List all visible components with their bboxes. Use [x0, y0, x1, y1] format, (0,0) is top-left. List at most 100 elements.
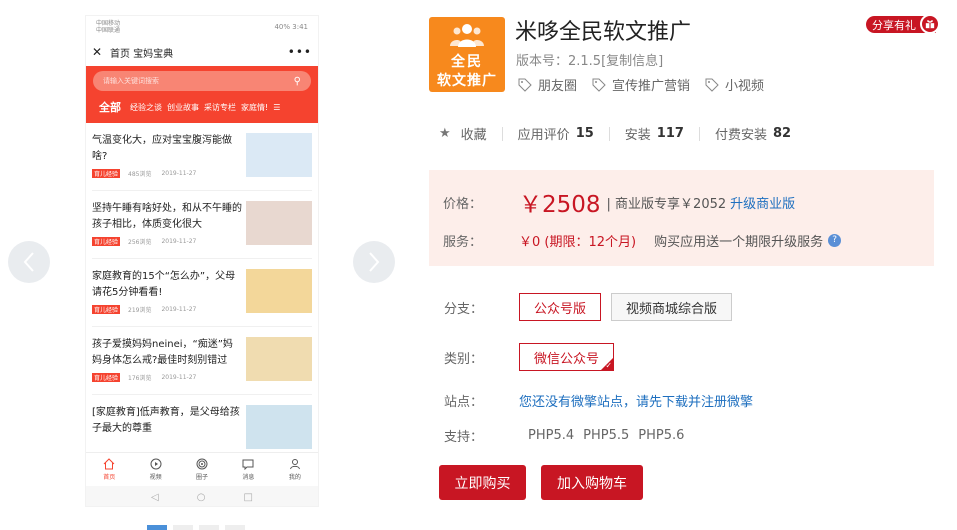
- phone-tab-label: 视频: [149, 474, 162, 481]
- article-views: 176浏览: [128, 375, 152, 382]
- home-icon: [103, 458, 115, 470]
- service-row: 服务： ￥0 (期限：12个月) 购买应用送一个期限升级服务 ?: [443, 231, 842, 250]
- phone-article-item: 家庭教育的15个“怎么办”，父母请花5分钟看看! 育儿经验 219浏览 2019-11…: [92, 259, 312, 327]
- carousel-prev-button[interactable]: [8, 241, 50, 283]
- branch-option-selected[interactable]: 公众号版: [519, 293, 602, 321]
- price-label: 价格：: [443, 196, 483, 212]
- service-value: ￥0 (期限：12个月): [519, 235, 637, 250]
- star-icon: ★: [439, 126, 451, 141]
- buy-now-button[interactable]: 立即购买: [439, 465, 526, 500]
- article-meta: 育儿经验 485浏览 2019-11-27: [92, 169, 242, 178]
- app-stats: ★ 收藏 应用评价 15 安装 117 付费安装 82: [439, 124, 791, 143]
- phone-search-placeholder: 请输入关键词搜索: [103, 77, 159, 85]
- article-title: 气温变化大，应对宝宝腹泻能做啥?: [92, 135, 232, 162]
- branch-option[interactable]: 视频商城综合版: [611, 293, 733, 321]
- menu-icon: ☰: [273, 102, 281, 112]
- carrier-1: 中国移动: [96, 20, 121, 27]
- screenshot-preview: 中国移动 中国联通 40% 3:41 ✕ 首页 宝妈宝典 ••• 请输入关键词搜…: [85, 15, 319, 507]
- app-logo: 全民 软文推广: [429, 17, 505, 92]
- phone-tab-home: 首页: [86, 453, 132, 486]
- article-views: 219浏览: [128, 307, 152, 314]
- tag-icon: [518, 78, 532, 92]
- app-version[interactable]: 版本号：2.1.5[复制信息]: [516, 50, 663, 69]
- share-gift-button[interactable]: 分享有礼: [866, 14, 940, 34]
- site-label: 站点：: [444, 395, 484, 410]
- carousel-indicators: [147, 525, 245, 530]
- paid-install-label: 付费安装: [714, 128, 767, 143]
- carousel-dot[interactable]: [173, 525, 193, 530]
- carousel-next-button[interactable]: [353, 241, 395, 283]
- article-views: 256浏览: [128, 239, 152, 246]
- carousel-dot[interactable]: [147, 525, 167, 530]
- phone-category: 家庭情!: [241, 102, 269, 112]
- tag-label: 小视频: [725, 79, 765, 94]
- article-date: 2019-11-27: [161, 306, 197, 313]
- phone-article-item: 气温变化大，应对宝宝腹泻能做啥? 育儿经验 485浏览 2019-11-27: [92, 123, 312, 191]
- article-tag: 育儿经验: [92, 373, 121, 382]
- service-label: 服务：: [443, 235, 483, 250]
- phone-titlebar: ✕ 首页 宝妈宝典 •••: [86, 38, 318, 66]
- tag-icon: [592, 78, 606, 92]
- phone-page-title: 首页 宝妈宝典: [110, 48, 174, 60]
- article-tag: 育儿经验: [92, 169, 121, 178]
- tag-item[interactable]: 宣传推广营销: [591, 75, 690, 94]
- tag-item[interactable]: 小视频: [704, 75, 764, 94]
- phone-tabbar: 首页 视频 圈子 消息 我的: [86, 452, 318, 486]
- price-row: 价格： ￥2508 | 商业版专享￥2052 升级商业版: [443, 185, 795, 219]
- favorite-button[interactable]: 收藏: [461, 124, 487, 143]
- article-text: 孩子爱摸妈妈neinei，“痴迷”妈妈身体怎么戒?最佳时刻别错过 育儿经验 176浏…: [92, 337, 242, 394]
- help-icon[interactable]: ?: [828, 234, 842, 247]
- register-site-link[interactable]: 您还没有微擎站点，请先下载并注册微擎: [519, 391, 753, 410]
- carousel-dot[interactable]: [225, 525, 245, 530]
- add-to-cart-label: 加入购物车: [557, 475, 627, 492]
- user-icon: [289, 459, 300, 470]
- phone-search: 请输入关键词搜索 ⚲: [93, 71, 311, 91]
- chevron-left-icon: [23, 252, 34, 272]
- tag-item[interactable]: 朋友圈: [517, 75, 577, 94]
- app-title: 米哆全民软文推广: [515, 20, 692, 45]
- search-icon: ⚲: [293, 75, 301, 87]
- type-row: 类别： 微信公众号 ✓: [444, 343, 624, 371]
- article-meta: 育儿经验 256浏览 2019-11-27: [92, 237, 242, 246]
- php-version: PHP5.6: [638, 428, 685, 443]
- check-icon: ✓: [605, 361, 613, 370]
- home-circle-icon: ○: [196, 491, 206, 503]
- carousel-dot[interactable]: [199, 525, 219, 530]
- phone-tab-label: 我的: [288, 474, 301, 481]
- phone-header: 请输入关键词搜索 ⚲ 全部 经验之谈 创业故事 采访专栏 家庭情! ☰: [86, 66, 318, 123]
- article-thumbnail: [246, 133, 312, 177]
- branch-option-label: 视频商城综合版: [626, 301, 718, 317]
- phone-tab-me: 我的: [272, 453, 318, 486]
- buy-now-label: 立即购买: [454, 475, 511, 492]
- article-text: 坚持午睡有啥好处，和从不午睡的孩子相比，体质变化很大 育儿经验 256浏览 2019-…: [92, 201, 242, 258]
- message-icon: [242, 459, 254, 470]
- article-date: 2019-11-27: [161, 170, 197, 177]
- phone-tab-label: 消息: [242, 474, 255, 481]
- site-row: 站点： 您还没有微擎站点，请先下载并注册微擎: [444, 391, 753, 410]
- phone-article-item: 坚持午睡有啥好处，和从不午睡的孩子相比，体质变化很大 育儿经验 256浏览 2019-…: [92, 191, 312, 259]
- phone-tab-message: 消息: [225, 453, 271, 486]
- gift-icon: [920, 14, 940, 34]
- install-count: 117: [656, 126, 684, 141]
- article-text: 气温变化大，应对宝宝腹泻能做啥? 育儿经验 485浏览 2019-11-27: [92, 133, 242, 190]
- phone-status-bar: 中国移动 中国联通 40% 3:41: [86, 16, 318, 38]
- branch-row: 分支： 公众号版 视频商城综合版: [444, 293, 742, 321]
- phone-category: 采访专栏: [204, 102, 236, 112]
- people-icon: [450, 24, 484, 47]
- back-triangle-icon: ◁: [151, 491, 159, 503]
- branch-label: 分支：: [444, 301, 484, 317]
- rating-count: 15: [575, 126, 594, 141]
- article-date: 2019-11-27: [161, 238, 197, 245]
- app-detail-page: 中国移动 中国联通 40% 3:41 ✕ 首页 宝妈宝典 ••• 请输入关键词搜…: [0, 0, 957, 530]
- upgrade-business-link[interactable]: 升级商业版: [730, 197, 795, 212]
- logo-text-1: 全民: [451, 54, 483, 70]
- article-tag: 育儿经验: [92, 305, 121, 314]
- rating-label: 应用评价: [517, 128, 570, 143]
- add-to-cart-button[interactable]: 加入购物车: [541, 465, 643, 500]
- type-option-selected[interactable]: 微信公众号 ✓: [519, 343, 615, 371]
- type-option-label: 微信公众号: [534, 351, 600, 367]
- phone-article-list: 气温变化大，应对宝宝腹泻能做啥? 育儿经验 485浏览 2019-11-27 坚持午睡有…: [86, 123, 318, 463]
- status-time: 3:41: [292, 23, 308, 31]
- support-label: 支持：: [444, 430, 484, 445]
- logo-text-2: 软文推广: [437, 73, 497, 89]
